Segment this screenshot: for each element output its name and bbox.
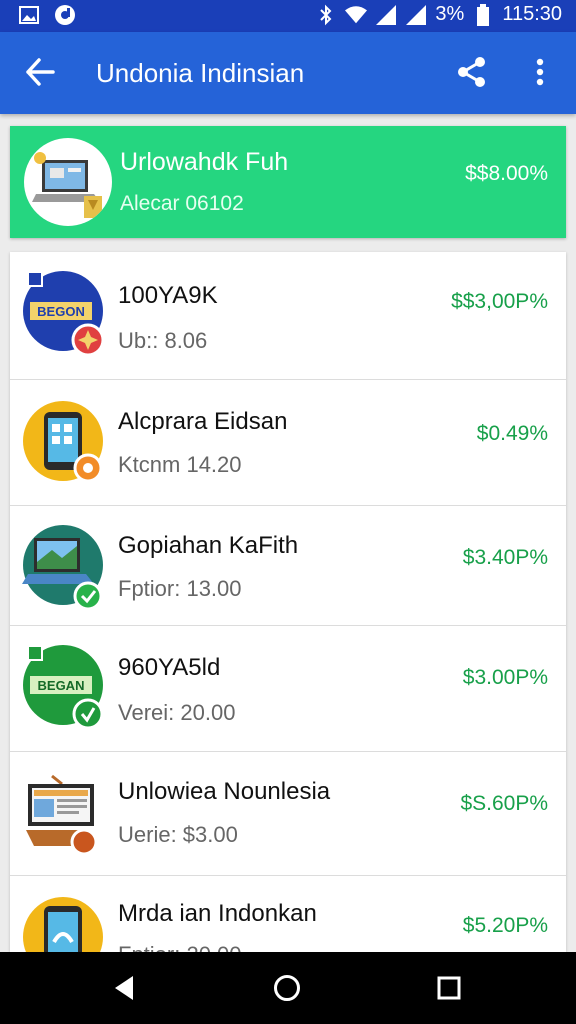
desktop-monitor-icon — [22, 770, 104, 856]
item-price: $0.49% — [476, 422, 548, 445]
featured-name: Urlowahdk Fuh — [120, 148, 289, 176]
system-nav-bar — [0, 952, 576, 1024]
clock: 115:30 — [502, 3, 562, 25]
smartphone-icon — [22, 400, 104, 483]
item-name: Alcprara Eidsan — [118, 408, 288, 435]
bluetooth-icon — [315, 4, 337, 26]
nav-home-icon[interactable] — [269, 970, 305, 1006]
list-item[interactable]: Mrda ian Indonkan Fptior: 20.00 $5.20P% — [10, 876, 566, 952]
bank-logo-icon: BEGAN — [22, 644, 104, 730]
app-bar: Undonia Indinsian — [0, 32, 576, 114]
featured-price: $$8.00% — [465, 162, 548, 185]
list-item[interactable]: Gopiahan KaFith Fptior: 13.00 $3.40P% — [10, 506, 566, 626]
bank-logo-icon: BEGON — [22, 270, 105, 357]
battery-percent: 3% — [435, 3, 465, 25]
signal-icon — [405, 4, 427, 26]
back-arrow-icon[interactable] — [22, 54, 58, 90]
item-list: BEGON 100YA9K Ub:: 8.06 $$3,00P% Alcprar… — [10, 252, 566, 952]
item-price: $3.00P% — [462, 666, 548, 689]
list-item[interactable]: BEGAN 960YA5ld Verei: 20.00 $3.00P% — [10, 626, 566, 752]
item-name: Gopiahan KaFith — [118, 532, 299, 559]
list-item[interactable]: Unlowiea Nounlesia Uerie: $3.00 $S.60P% — [10, 752, 566, 876]
svg-text:BEGON: BEGON — [37, 304, 85, 319]
list-item[interactable]: BEGON 100YA9K Ub:: 8.06 $$3,00P% — [10, 252, 566, 380]
laptop-icon — [22, 524, 104, 611]
status-bar: 3% 115:30 — [0, 0, 576, 32]
item-name: Mrda ian Indonkan — [118, 900, 317, 927]
image-icon — [18, 4, 40, 26]
item-name: 960YA5ld — [118, 654, 221, 681]
item-subtitle: Ktcnm 14.20 — [118, 452, 242, 477]
svg-text:BEGAN: BEGAN — [38, 678, 85, 693]
item-price: $$3,00P% — [451, 290, 548, 313]
featured-item[interactable]: Urlowahdk Fuh Alecar 06102 $$8.00% — [10, 126, 566, 238]
item-price: $S.60P% — [460, 792, 548, 815]
item-price: $5.20P% — [462, 914, 548, 937]
smartphone-icon — [22, 896, 104, 952]
battery-icon — [472, 3, 494, 26]
share-icon[interactable] — [454, 54, 490, 90]
wifi-icon — [345, 4, 368, 26]
item-subtitle: Ub:: 8.06 — [118, 328, 208, 353]
item-subtitle: Uerie: $3.00 — [118, 822, 238, 847]
item-name: Unlowiea Nounlesia — [118, 778, 331, 805]
featured-subtitle: Alecar 06102 — [120, 192, 244, 215]
nav-recents-icon[interactable] — [431, 970, 467, 1006]
more-vert-icon[interactable] — [524, 54, 556, 90]
laptop-icon — [24, 138, 112, 226]
item-subtitle: Fptior: 13.00 — [118, 576, 242, 601]
item-price: $3.40P% — [462, 546, 548, 569]
notification-icon — [54, 4, 76, 26]
page-title: Undonia Indinsian — [96, 58, 305, 88]
item-name: 100YA9K — [118, 282, 218, 309]
list-item[interactable]: Alcprara Eidsan Ktcnm 14.20 $0.49% — [10, 380, 566, 506]
signal-icon — [375, 4, 397, 26]
nav-back-icon[interactable] — [106, 970, 142, 1006]
item-subtitle: Fptior: 20.00 — [118, 942, 242, 952]
item-subtitle: Verei: 20.00 — [118, 700, 236, 725]
